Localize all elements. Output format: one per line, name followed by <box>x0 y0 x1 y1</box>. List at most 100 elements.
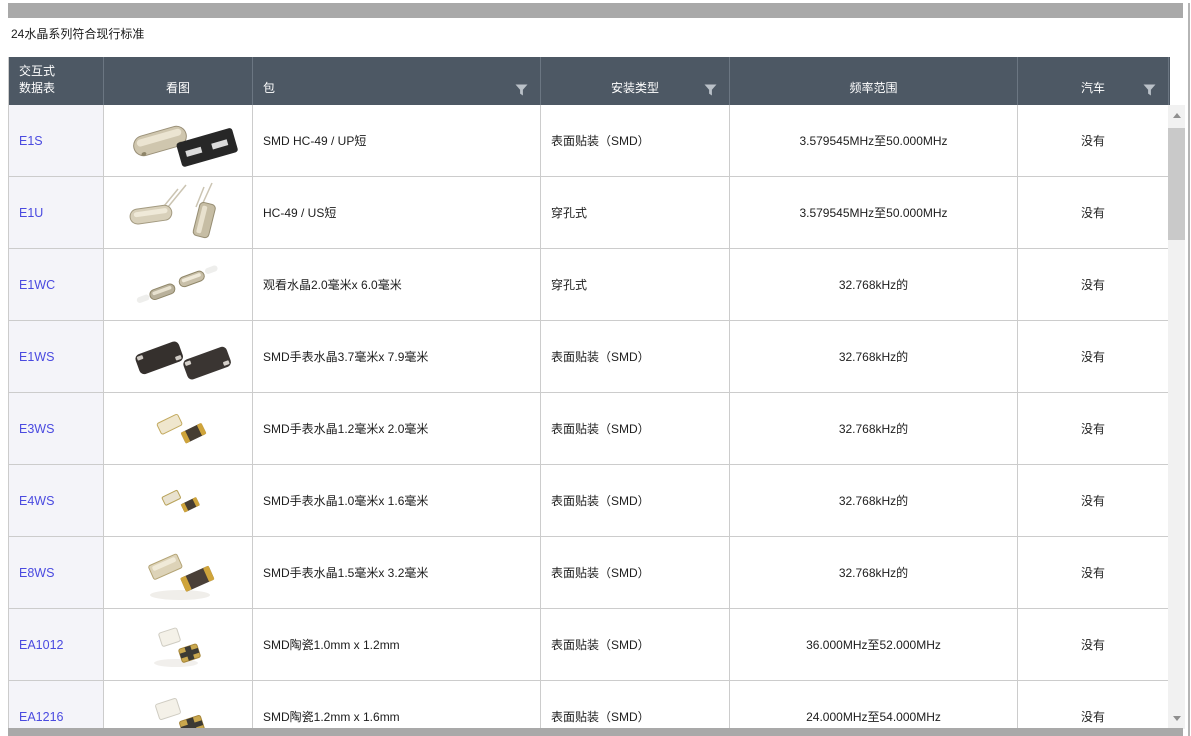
page-title: 24水晶系列符合现行标准 <box>11 25 144 42</box>
package-text: SMD手表水晶1.2毫米x 2.0毫米 <box>263 420 428 437</box>
auto-text: 没有 <box>1081 204 1105 221</box>
vertical-scrollbar[interactable] <box>1168 105 1185 729</box>
table-row: E1S SMD HC-49 / UP短 表面贴装（SMD） 3.579545MH… <box>9 105 1170 177</box>
mount-text: 表面贴装（SMD） <box>551 492 650 509</box>
crystal-series-page: 24水晶系列符合现行标准 交互式 数据表看图 包 安装类型 频率范围 汽车 E1S SM… <box>0 0 1191 736</box>
datasheet-link[interactable]: E1U <box>19 206 43 220</box>
scrollbar-down-button[interactable] <box>1168 710 1185 727</box>
freq-text: 36.000MHz至52.000MHz <box>806 636 941 653</box>
e1s-photo <box>108 109 248 173</box>
column-header-label: 包 <box>263 80 275 97</box>
package-text: SMD手表水晶1.5毫米x 3.2毫米 <box>263 564 428 581</box>
datasheet-link[interactable]: E1S <box>19 134 43 148</box>
freq-text: 24.000MHz至54.000MHz <box>806 708 941 725</box>
table-row: EA1216 SMD陶瓷1.2mm x 1.6mm 表面贴装（SMD） 24.0… <box>9 681 1170 729</box>
filter-icon-auto[interactable] <box>1143 84 1156 96</box>
freq-text: 3.579545MHz至50.000MHz <box>799 132 947 149</box>
column-header-freq: 频率范围 <box>730 57 1018 105</box>
scrollbar-up-button[interactable] <box>1168 107 1185 124</box>
column-header-mount: 安装类型 <box>541 57 730 105</box>
photo-cell[interactable] <box>104 105 253 177</box>
bottom-divider-bar <box>8 728 1183 736</box>
auto-text: 没有 <box>1081 708 1105 725</box>
crystal-products-table: 交互式 数据表看图 包 安装类型 频率范围 汽车 E1S SMD HC-49 / UP短… <box>8 57 1170 729</box>
package-text: SMD陶瓷1.0mm x 1.2mm <box>263 636 400 653</box>
mount-text: 表面贴装（SMD） <box>551 348 650 365</box>
column-header-label: 看图 <box>166 80 190 97</box>
freq-text: 32.768kHz的 <box>839 420 908 437</box>
datasheet-link[interactable]: E1WC <box>19 278 55 292</box>
photo-cell[interactable] <box>104 249 253 321</box>
table-header-row: 交互式 数据表看图 包 安装类型 频率范围 汽车 <box>9 57 1170 105</box>
top-divider-bar <box>8 3 1183 18</box>
e3ws-photo <box>108 397 248 461</box>
datasheet-link[interactable]: E8WS <box>19 566 54 580</box>
triangle-up-icon <box>1173 113 1181 118</box>
mount-text: 表面贴装（SMD） <box>551 636 650 653</box>
column-header-label: 安装类型 <box>611 80 659 97</box>
auto-text: 没有 <box>1081 636 1105 653</box>
e1ws-photo <box>108 325 248 389</box>
mount-text: 穿孔式 <box>551 204 587 221</box>
package-text: SMD HC-49 / UP短 <box>263 132 366 149</box>
column-header-photo: 看图 <box>104 57 253 105</box>
column-header-auto: 汽车 <box>1018 57 1169 105</box>
table-row: EA1012 SMD陶瓷1.0mm x 1.2mm 表面贴装（SMD） 36.0… <box>9 609 1170 681</box>
auto-text: 没有 <box>1081 492 1105 509</box>
table-row: E1U HC-49 / US短 穿孔式 3.579545MHz至50.000MH… <box>9 177 1170 249</box>
mount-text: 表面贴装（SMD） <box>551 708 650 725</box>
mount-text: 表面贴装（SMD） <box>551 420 650 437</box>
freq-text: 3.579545MHz至50.000MHz <box>799 204 947 221</box>
package-text: SMD陶瓷1.2mm x 1.6mm <box>263 708 400 725</box>
ea1216-photo <box>108 685 248 730</box>
photo-cell[interactable] <box>104 177 253 249</box>
freq-text: 32.768kHz的 <box>839 276 908 293</box>
auto-text: 没有 <box>1081 564 1105 581</box>
photo-cell[interactable] <box>104 465 253 537</box>
freq-text: 32.768kHz的 <box>839 564 908 581</box>
e8ws-photo <box>108 541 248 605</box>
package-text: 观看水晶2.0毫米x 6.0毫米 <box>263 276 402 293</box>
e4ws-photo <box>108 469 248 533</box>
table-body: E1S SMD HC-49 / UP短 表面贴装（SMD） 3.579545MH… <box>9 105 1170 729</box>
auto-text: 没有 <box>1081 420 1105 437</box>
triangle-down-icon <box>1173 716 1181 721</box>
column-header-datasheet: 交互式 数据表 <box>9 57 104 105</box>
scrollbar-thumb[interactable] <box>1168 128 1185 240</box>
mount-text: 表面贴装（SMD） <box>551 564 650 581</box>
e1u-photo <box>108 181 248 245</box>
datasheet-link[interactable]: EA1012 <box>19 638 63 652</box>
datasheet-link[interactable]: E4WS <box>19 494 54 508</box>
auto-text: 没有 <box>1081 132 1105 149</box>
photo-cell[interactable] <box>104 609 253 681</box>
package-text: HC-49 / US短 <box>263 204 336 221</box>
filter-icon-mount[interactable] <box>704 84 717 96</box>
package-text: SMD手表水晶1.0毫米x 1.6毫米 <box>263 492 428 509</box>
e1wc-photo <box>108 253 248 317</box>
datasheet-link[interactable]: E3WS <box>19 422 54 436</box>
table-row: E4WS SMD手表水晶1.0毫米x 1.6毫米 表面贴装（SMD） 32.76… <box>9 465 1170 537</box>
table-row: E3WS SMD手表水晶1.2毫米x 2.0毫米 表面贴装（SMD） 32.76… <box>9 393 1170 465</box>
auto-text: 没有 <box>1081 276 1105 293</box>
table-row: E1WS SMD手表水晶3.7毫米x 7.9毫米 表面贴装（SMD） 32.76… <box>9 321 1170 393</box>
photo-cell[interactable] <box>104 681 253 729</box>
mount-text: 表面贴装（SMD） <box>551 132 650 149</box>
column-header-label: 汽车 <box>1081 80 1105 97</box>
mount-text: 穿孔式 <box>551 276 587 293</box>
datasheet-link[interactable]: E1WS <box>19 350 54 364</box>
package-text: SMD手表水晶3.7毫米x 7.9毫米 <box>263 348 428 365</box>
table-row: E1WC 观看水晶2.0毫米x 6.0毫米 穿孔式 32.768kHz的 没有 <box>9 249 1170 321</box>
photo-cell[interactable] <box>104 321 253 393</box>
photo-cell[interactable] <box>104 537 253 609</box>
column-header-label: 交互式 数据表 <box>19 63 55 97</box>
freq-text: 32.768kHz的 <box>839 492 908 509</box>
freq-text: 32.768kHz的 <box>839 348 908 365</box>
right-border <box>1188 3 1190 736</box>
ea1012-photo <box>108 613 248 677</box>
auto-text: 没有 <box>1081 348 1105 365</box>
column-header-package: 包 <box>253 57 541 105</box>
datasheet-link[interactable]: EA1216 <box>19 710 63 724</box>
photo-cell[interactable] <box>104 393 253 465</box>
column-header-label: 频率范围 <box>849 80 897 97</box>
filter-icon-package[interactable] <box>515 84 528 96</box>
